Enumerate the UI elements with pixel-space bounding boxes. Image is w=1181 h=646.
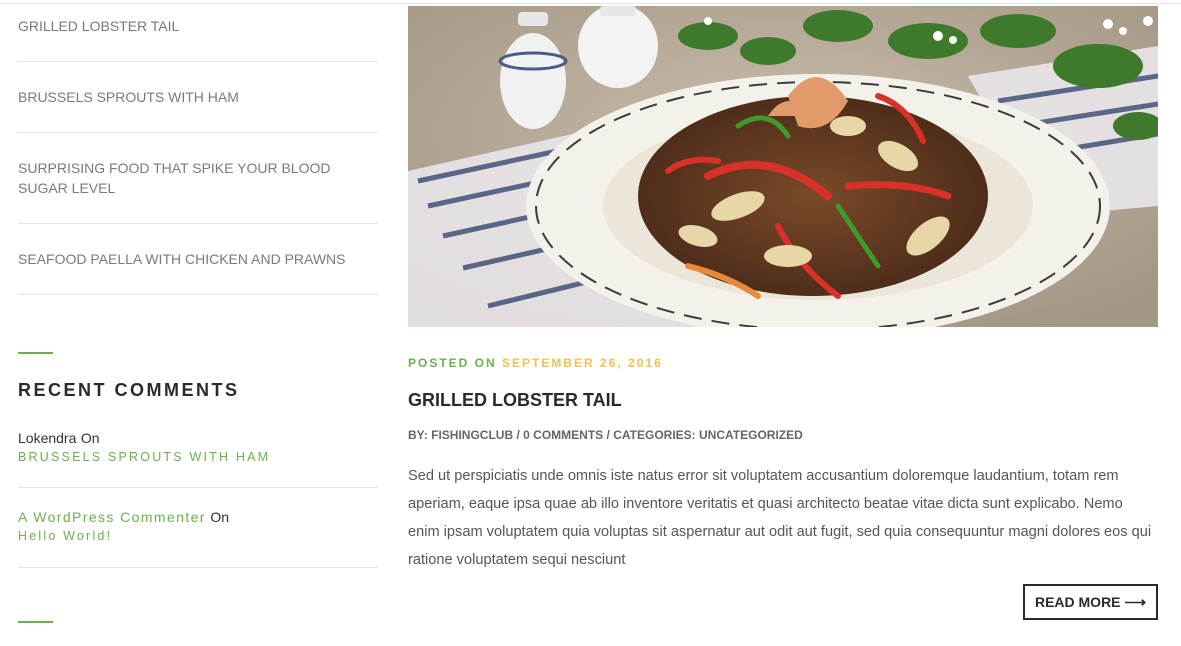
meta-by-label: By: xyxy=(408,428,428,442)
comment-on-label: On xyxy=(80,430,100,446)
meta-separator: / xyxy=(516,428,520,442)
list-item: Brussels Sprouts With Ham xyxy=(18,87,378,107)
read-more-button[interactable]: Read More ⟶ xyxy=(1023,584,1158,620)
meta-categories-label: Categories: xyxy=(613,428,696,442)
recent-post-link[interactable]: Brussels Sprouts With Ham xyxy=(18,87,378,107)
list-divider xyxy=(18,487,378,488)
list-item: Grilled Lobster Tail xyxy=(18,16,378,36)
list-divider xyxy=(18,294,378,295)
comment-post-link[interactable]: Brussels Sprouts With Ham xyxy=(18,450,378,464)
meta-author-link[interactable]: fishingclub xyxy=(431,428,513,442)
comment-author: Lokendra xyxy=(18,430,77,446)
post-date[interactable]: September 26, 2016 xyxy=(502,356,663,370)
comment-on-label: On xyxy=(210,509,229,525)
post-meta: By: fishingclub / 0 Comments / Categorie… xyxy=(408,428,803,442)
arrow-right-icon: ⟶ xyxy=(1124,593,1147,611)
widget-title: Recent Comments xyxy=(18,380,240,400)
list-divider xyxy=(18,223,378,224)
read-more-label: Read More xyxy=(1034,594,1121,610)
widget-accent-bar xyxy=(18,621,53,623)
food-photo-icon xyxy=(408,6,1158,327)
list-divider xyxy=(18,567,378,568)
posted-on-label: Posted On xyxy=(408,356,497,370)
post-excerpt: Sed ut perspiciatis unde omnis iste natu… xyxy=(408,468,1152,568)
meta-category-link[interactable]: Uncategorized xyxy=(699,428,803,442)
list-divider xyxy=(18,132,378,133)
comment-post-link[interactable]: Hello World! xyxy=(18,529,378,543)
comment-item: Lokendra On Brussels Sprouts With Ham xyxy=(18,430,378,464)
meta-separator: / xyxy=(606,428,610,442)
recent-post-link[interactable]: Surprising Food That Spike Your Blood Su… xyxy=(18,158,378,198)
recent-post-link[interactable]: Seafood Paella With Chicken And Prawns xyxy=(18,249,378,269)
post-date-line: Posted On September 26, 2016 xyxy=(408,356,663,370)
list-item: Seafood Paella With Chicken And Prawns xyxy=(18,249,378,269)
featured-image[interactable] xyxy=(408,6,1158,327)
top-divider xyxy=(0,3,1181,4)
comment-author-link[interactable]: A WordPress Commenter xyxy=(18,509,206,525)
meta-comments-link[interactable]: 0 Comments xyxy=(523,428,603,442)
post-title[interactable]: Grilled Lobster Tail xyxy=(408,388,622,412)
comment-item: A WordPress Commenter On Hello World! xyxy=(18,509,378,543)
list-item: Surprising Food That Spike Your Blood Su… xyxy=(18,158,378,198)
recent-post-link[interactable]: Grilled Lobster Tail xyxy=(18,16,378,36)
list-divider xyxy=(18,61,378,62)
widget-accent-bar xyxy=(18,352,53,354)
